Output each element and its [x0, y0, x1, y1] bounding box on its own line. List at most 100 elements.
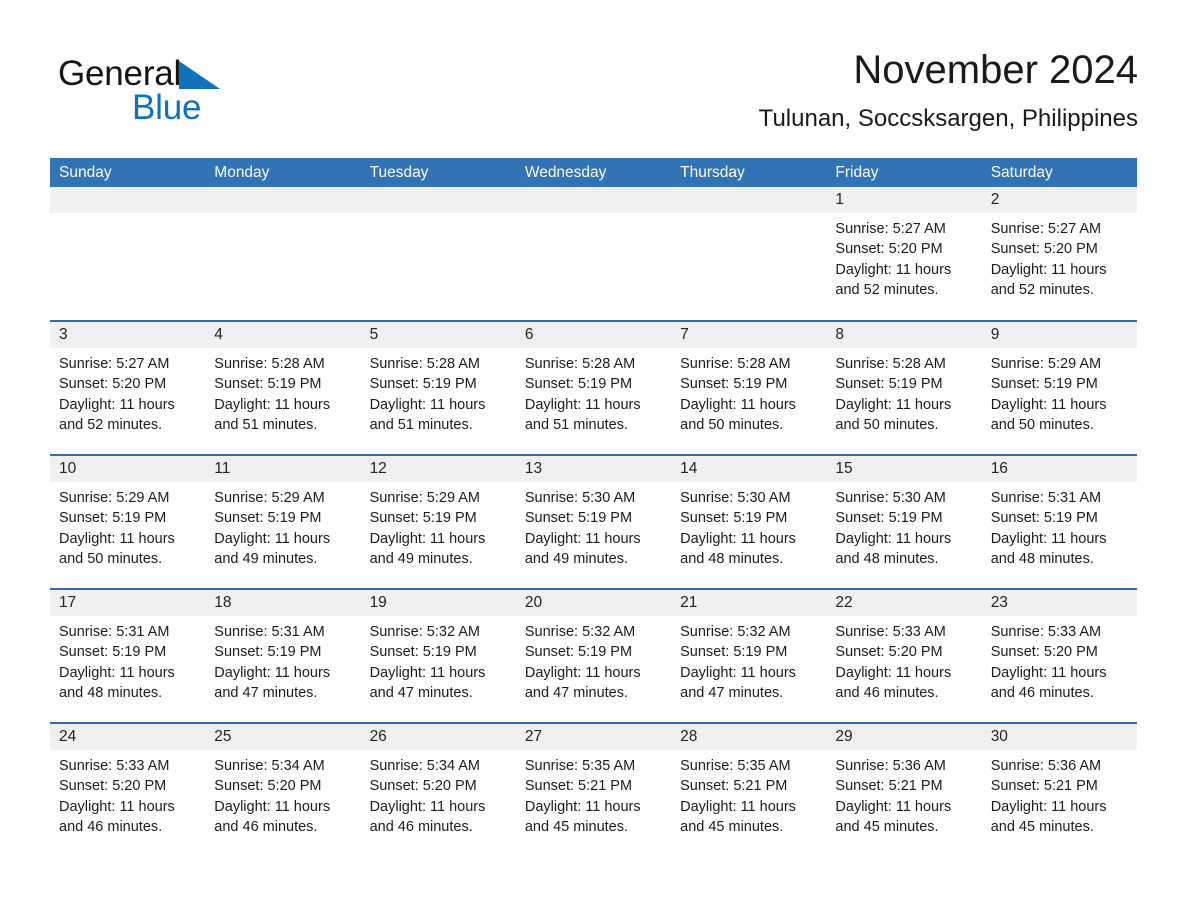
day-cell[interactable]: 5 Sunrise: 5:28 AM Sunset: 5:19 PM Daylight… — [360, 320, 516, 455]
sunset-text: Sunset: 5:19 PM — [835, 376, 943, 393]
sunset-text: Sunset: 5:19 PM — [680, 376, 788, 393]
day-cell-content: 22 Sunrise: 5:33 AM Sunset: 5:20 PM Dayligh… — [826, 590, 982, 722]
sunset-text: Sunset: 5:20 PM — [59, 376, 167, 393]
day-cell-content: 18 Sunrise: 5:31 AM Sunset: 5:19 PM Dayligh… — [205, 590, 361, 722]
sunrise-text: Sunrise: 5:29 AM — [59, 490, 170, 506]
sunrise-text: Sunrise: 5:33 AM — [59, 758, 170, 774]
sunset-text: Sunset: 5:19 PM — [214, 376, 322, 393]
day-cell-content: 7 Sunrise: 5:28 AM Sunset: 5:19 PM Daylight… — [671, 322, 827, 454]
sunset-text: Sunset: 5:19 PM — [524, 644, 633, 661]
day-number — [515, 187, 672, 213]
day-number: 13 — [515, 456, 672, 482]
daylight-text: Daylight: 11 hours and 51 minutes. — [369, 396, 486, 434]
day-cell[interactable] — [205, 187, 361, 321]
day-sun-info: Sunrise: 5:28 AM Sunset: 5:19 PM Daylight:… — [361, 348, 516, 436]
day-sun-info: Sunrise: 5:29 AM Sunset: 5:19 PM Daylight:… — [982, 348, 1137, 436]
day-cell[interactable]: 22 Sunrise: 5:33 AM Sunset: 5:20 PM Dayligh… — [826, 588, 982, 723]
day-cell[interactable]: 13 Sunrise: 5:30 AM Sunset: 5:19 PM Dayligh… — [515, 454, 672, 589]
day-cell[interactable] — [671, 187, 827, 321]
day-number: 19 — [360, 590, 516, 616]
daylight-text: Daylight: 11 hours and 52 minutes. — [59, 396, 175, 434]
day-cell[interactable]: 2 Sunrise: 5:27 AM Sunset: 5:20 PM Daylight… — [981, 187, 1137, 321]
sunrise-text: Sunrise: 5:36 AM — [990, 758, 1102, 774]
brand-logo[interactable]: General Blue — [58, 54, 318, 130]
day-number: 11 — [205, 456, 361, 482]
day-sun-info: Sunrise: 5:35 AM Sunset: 5:21 PM Daylight:… — [671, 750, 826, 838]
day-cell[interactable]: 18 Sunrise: 5:31 AM Sunset: 5:19 PM Dayligh… — [205, 588, 361, 723]
day-sun-info: Sunrise: 5:32 AM Sunset: 5:19 PM Daylight:… — [361, 616, 516, 704]
day-cell[interactable]: 3 Sunrise: 5:27 AM Sunset: 5:20 PM Daylight… — [50, 320, 206, 455]
day-cell[interactable]: 12 Sunrise: 5:29 AM Sunset: 5:19 PM Dayligh… — [360, 454, 516, 589]
day-number: 23 — [981, 590, 1137, 616]
day-cell[interactable]: 17 Sunrise: 5:31 AM Sunset: 5:19 PM Dayligh… — [50, 588, 206, 723]
day-cell[interactable]: 16 Sunrise: 5:31 AM Sunset: 5:19 PM Dayligh… — [981, 454, 1137, 589]
day-number: 9 — [981, 322, 1137, 348]
day-cell[interactable]: 25 Sunrise: 5:34 AM Sunset: 5:20 PM Dayligh… — [205, 722, 361, 841]
sunrise-text: Sunrise: 5:27 AM — [59, 356, 170, 372]
day-cell[interactable]: 29 Sunrise: 5:36 AM Sunset: 5:21 PM Dayligh… — [826, 722, 982, 841]
day-number: 3 — [50, 322, 206, 348]
sunset-text: Sunset: 5:20 PM — [835, 241, 943, 258]
day-cell[interactable]: 19 Sunrise: 5:32 AM Sunset: 5:19 PM Dayligh… — [360, 588, 516, 723]
sunrise-text: Sunrise: 5:34 AM — [214, 758, 325, 774]
day-number: 4 — [205, 322, 361, 348]
day-cell[interactable]: 21 Sunrise: 5:32 AM Sunset: 5:19 PM Dayligh… — [671, 588, 827, 723]
daylight-text: Daylight: 11 hours and 48 minutes. — [59, 664, 175, 702]
day-cell[interactable]: 9 Sunrise: 5:29 AM Sunset: 5:19 PM Daylight… — [981, 320, 1137, 455]
day-cell-content: 15 Sunrise: 5:30 AM Sunset: 5:19 PM Dayligh… — [826, 456, 982, 588]
day-cell-content: 10 Sunrise: 5:29 AM Sunset: 5:19 PM Dayligh… — [50, 456, 206, 588]
daylight-text: Daylight: 11 hours and 47 minutes. — [214, 664, 331, 702]
day-sun-info: Sunrise: 5:33 AM Sunset: 5:20 PM Daylight:… — [982, 616, 1137, 704]
sunrise-text: Sunrise: 5:29 AM — [369, 490, 480, 506]
day-cell[interactable]: 8 Sunrise: 5:28 AM Sunset: 5:19 PM Daylight… — [826, 320, 982, 455]
day-number: 20 — [515, 590, 672, 616]
day-cell-content: 20 Sunrise: 5:32 AM Sunset: 5:19 PM Dayligh… — [515, 590, 672, 722]
day-cell[interactable] — [50, 187, 206, 321]
day-cell[interactable]: 27 Sunrise: 5:35 AM Sunset: 5:21 PM Dayligh… — [515, 722, 672, 841]
day-cell[interactable]: 23 Sunrise: 5:33 AM Sunset: 5:20 PM Dayligh… — [981, 588, 1137, 723]
week-row: 1 Sunrise: 5:27 AM Sunset: 5:20 PM Daylight… — [50, 187, 1137, 321]
day-cell[interactable]: 1 Sunrise: 5:27 AM Sunset: 5:20 PM Daylight… — [826, 187, 982, 321]
day-sun-info: Sunrise: 5:35 AM Sunset: 5:21 PM Daylight:… — [516, 750, 671, 838]
day-cell[interactable]: 14 Sunrise: 5:30 AM Sunset: 5:19 PM Dayligh… — [671, 454, 827, 589]
sunrise-text: Sunrise: 5:32 AM — [524, 624, 636, 640]
day-sun-info: Sunrise: 5:28 AM Sunset: 5:19 PM Daylight:… — [671, 348, 826, 436]
daylight-text: Daylight: 11 hours and 46 minutes. — [990, 664, 1107, 702]
day-cell[interactable]: 26 Sunrise: 5:34 AM Sunset: 5:20 PM Dayligh… — [360, 722, 516, 841]
day-cell[interactable]: 15 Sunrise: 5:30 AM Sunset: 5:19 PM Dayligh… — [826, 454, 982, 589]
day-sun-info: Sunrise: 5:31 AM Sunset: 5:19 PM Daylight:… — [982, 482, 1137, 570]
sunrise-text: Sunrise: 5:28 AM — [835, 356, 946, 372]
day-sun-info: Sunrise: 5:29 AM Sunset: 5:19 PM Daylight:… — [205, 482, 360, 570]
day-number — [50, 187, 206, 213]
weekday-header-thursday: Thursday — [671, 158, 827, 187]
day-cell[interactable] — [360, 187, 516, 321]
weekday-header-monday: Monday — [205, 158, 361, 187]
daylight-text: Daylight: 11 hours and 51 minutes. — [214, 396, 331, 434]
day-cell[interactable]: 7 Sunrise: 5:28 AM Sunset: 5:19 PM Daylight… — [671, 320, 827, 455]
day-number: 30 — [981, 724, 1137, 750]
day-cell-content: 1 Sunrise: 5:27 AM Sunset: 5:20 PM Daylight… — [826, 187, 982, 320]
page-subtitle: Tulunan, Soccsksargen, Philippines — [758, 105, 1138, 132]
day-number: 24 — [50, 724, 206, 750]
sunset-text: Sunset: 5:20 PM — [990, 241, 1098, 258]
day-cell[interactable]: 20 Sunrise: 5:32 AM Sunset: 5:19 PM Dayligh… — [515, 588, 672, 723]
day-cell-content: 13 Sunrise: 5:30 AM Sunset: 5:19 PM Dayligh… — [515, 456, 672, 588]
daylight-text: Daylight: 11 hours and 50 minutes. — [680, 396, 796, 434]
day-cell[interactable]: 11 Sunrise: 5:29 AM Sunset: 5:19 PM Dayligh… — [205, 454, 361, 589]
day-cell[interactable]: 6 Sunrise: 5:28 AM Sunset: 5:19 PM Daylight… — [515, 320, 672, 455]
daylight-text: Daylight: 11 hours and 49 minutes. — [369, 530, 486, 568]
day-cell[interactable]: 30 Sunrise: 5:36 AM Sunset: 5:21 PM Dayligh… — [981, 722, 1137, 841]
day-cell-content: 28 Sunrise: 5:35 AM Sunset: 5:21 PM Dayligh… — [671, 724, 827, 841]
day-cell-content: 14 Sunrise: 5:30 AM Sunset: 5:19 PM Dayligh… — [671, 456, 827, 588]
daylight-text: Daylight: 11 hours and 48 minutes. — [680, 530, 796, 568]
day-cell[interactable]: 4 Sunrise: 5:28 AM Sunset: 5:19 PM Daylight… — [205, 320, 361, 455]
day-number: 16 — [981, 456, 1137, 482]
sunset-text: Sunset: 5:19 PM — [835, 510, 943, 527]
day-cell[interactable]: 24 Sunrise: 5:33 AM Sunset: 5:20 PM Dayligh… — [50, 722, 206, 841]
sunrise-text: Sunrise: 5:32 AM — [680, 624, 791, 640]
brand-name-general: General — [58, 54, 182, 93]
weekday-header-wednesday: Wednesday — [515, 158, 672, 187]
day-cell[interactable]: 28 Sunrise: 5:35 AM Sunset: 5:21 PM Dayligh… — [671, 722, 827, 841]
day-cell[interactable] — [515, 187, 672, 321]
day-cell[interactable]: 10 Sunrise: 5:29 AM Sunset: 5:19 PM Dayligh… — [50, 454, 206, 589]
